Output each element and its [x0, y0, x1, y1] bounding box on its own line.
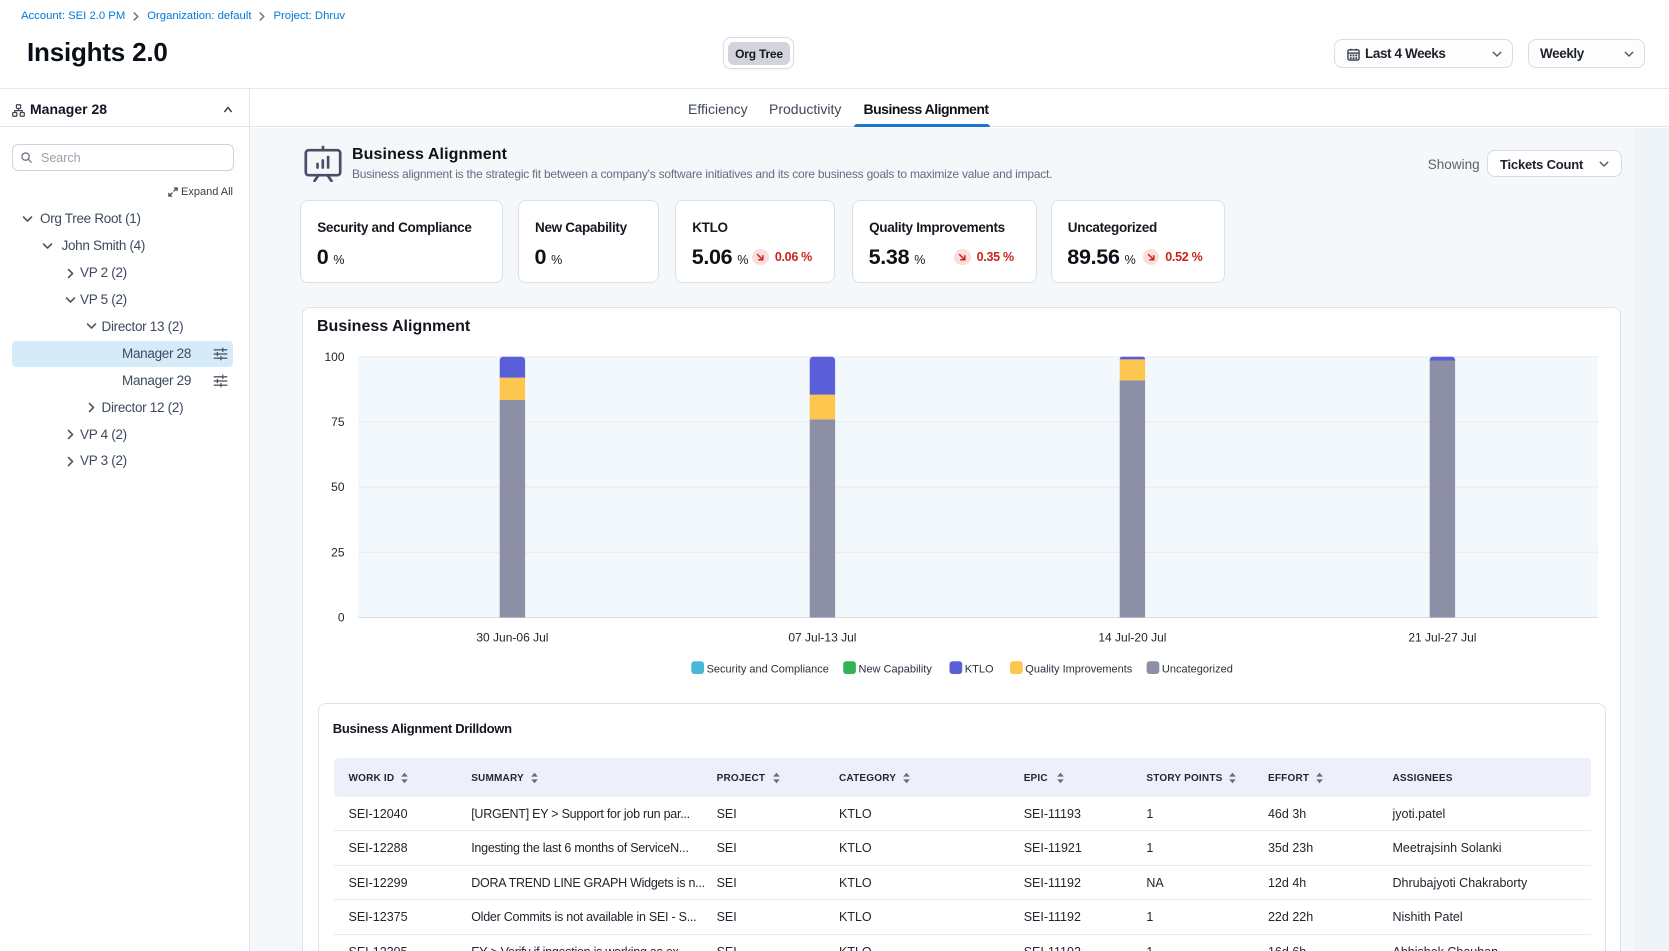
svg-text:50: 50 [331, 480, 345, 494]
svg-text:25: 25 [331, 545, 345, 559]
svg-text:75: 75 [331, 415, 345, 429]
svg-text:14 Jul-20 Jul: 14 Jul-20 Jul [1098, 631, 1166, 645]
svg-text:Security and Compliance: Security and Compliance [707, 664, 829, 676]
svg-text:100: 100 [324, 350, 344, 364]
svg-text:21 Jul-27 Jul: 21 Jul-27 Jul [1408, 631, 1476, 645]
svg-text:Uncategorized: Uncategorized [1162, 664, 1233, 676]
svg-text:0: 0 [338, 611, 345, 625]
svg-text:30 Jun-06 Jul: 30 Jun-06 Jul [476, 631, 548, 645]
svg-text:07 Jul-13 Jul: 07 Jul-13 Jul [788, 631, 856, 645]
svg-text:Quality Improvements: Quality Improvements [1025, 664, 1132, 676]
svg-text:New Capability: New Capability [859, 664, 933, 676]
svg-text:KTLO: KTLO [965, 664, 994, 676]
